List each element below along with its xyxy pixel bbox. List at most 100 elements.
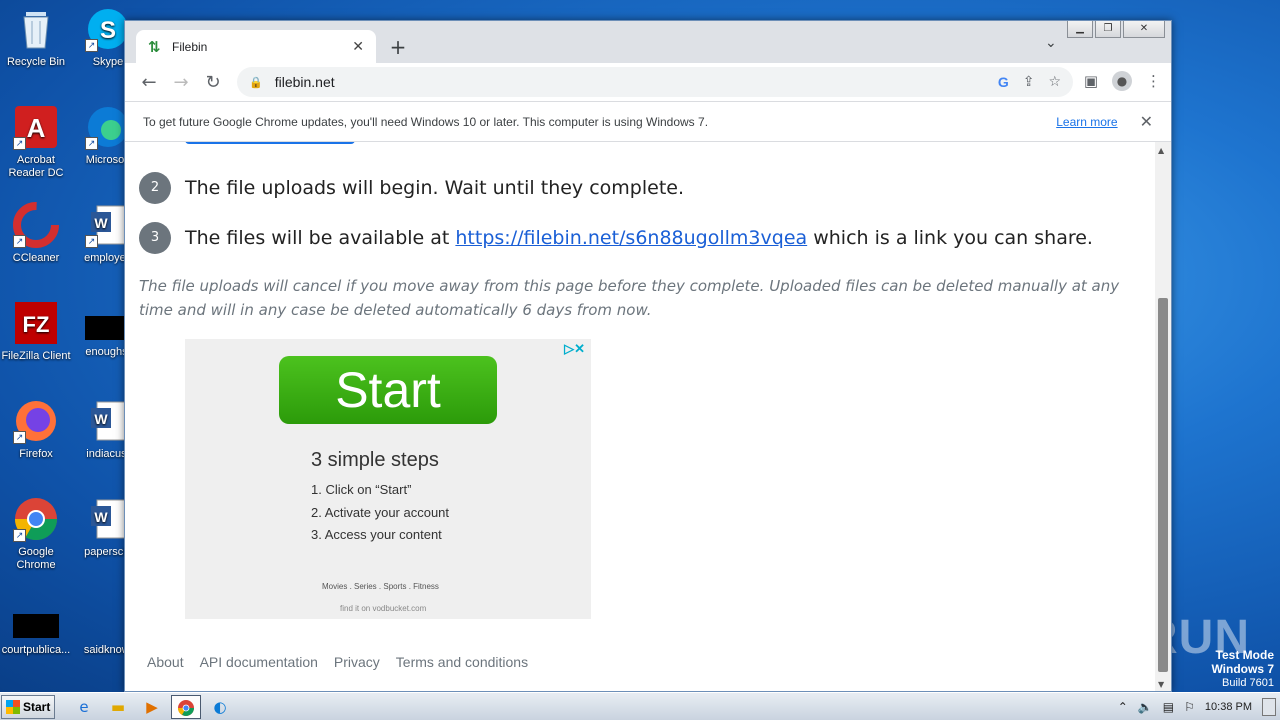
chrome-icon[interactable] — [171, 694, 201, 719]
ad-step-item: 1. Click on “Start” — [311, 482, 412, 497]
windows-logo-icon — [6, 699, 20, 714]
start-button[interactable]: Start — [1, 694, 55, 719]
reload-icon[interactable]: ↻ — [197, 72, 229, 93]
bin-link[interactable]: https://filebin.net/s6n88ugollm3vqea — [455, 227, 807, 249]
shortcut-arrow-icon: ↗ — [85, 39, 98, 52]
acrobat-icon: A ↗ — [13, 104, 59, 150]
volume-icon[interactable]: 🔈 — [1138, 700, 1153, 714]
tray-expand-icon[interactable]: ⌃ — [1118, 700, 1128, 714]
tab-close-icon[interactable]: ✕ — [352, 39, 364, 55]
share-icon[interactable]: ⇪ — [1023, 74, 1035, 90]
infobar-close-icon[interactable]: ✕ — [1140, 112, 1153, 132]
action-center-flag-icon[interactable]: ⚐ — [1184, 700, 1195, 714]
step-number: 3 — [139, 222, 171, 254]
side-panel-icon[interactable]: ▣ — [1084, 72, 1098, 90]
step-2: 2 The file uploads will begin. Wait unti… — [139, 172, 684, 204]
tab-title: Filebin — [172, 39, 208, 54]
start-label: Start — [23, 699, 51, 714]
tab-search-chevron-icon[interactable]: ⌄ — [1045, 35, 1057, 51]
desktop-icon-label: Skype — [92, 56, 124, 68]
url-text[interactable]: filebin.net — [275, 74, 998, 90]
ccleaner-icon: ↗ — [13, 202, 59, 248]
internet-explorer-icon[interactable]: e — [69, 695, 99, 719]
ad-footer: find it on vodbucket.com — [340, 604, 427, 613]
new-tab-button[interactable]: + — [387, 35, 409, 59]
tab-filebin[interactable]: ⇅ Filebin ✕ — [136, 30, 376, 63]
ad-step-item: 3. Access your content — [311, 527, 442, 542]
test-mode-build: Build 7601 — [1222, 677, 1274, 689]
network-icon[interactable]: ▤ — [1163, 700, 1174, 714]
edge-icon[interactable]: ◐ — [205, 695, 235, 719]
upload-button-partial[interactable] — [185, 142, 355, 144]
footer-nav: About API documentation Privacy Terms an… — [147, 654, 528, 670]
document-icon — [13, 614, 59, 638]
svg-text:FZ: FZ — [23, 312, 50, 337]
footer-link-about[interactable]: About — [147, 654, 184, 670]
window-close-button[interactable]: ✕ — [1123, 21, 1165, 38]
ad-heading: 3 simple steps — [311, 449, 439, 471]
step-text-after: which is a link you can share. — [807, 227, 1093, 249]
media-player-icon[interactable]: ▶ — [137, 695, 167, 719]
step-text-before: The files will be available at — [185, 227, 456, 249]
filebin-icon: ⇅ — [148, 37, 161, 56]
update-infobar: To get future Google Chrome updates, you… — [125, 101, 1171, 142]
maximize-button[interactable]: ❐ — [1095, 21, 1121, 38]
desktop-icon-acrobat[interactable]: A ↗ Acrobat Reader DC — [0, 104, 72, 180]
desktop-icon-filezilla[interactable]: FZ FileZilla Client — [0, 300, 72, 363]
desktop-icon-chrome[interactable]: ↗ Google Chrome — [0, 496, 72, 572]
chrome-icon: ↗ — [13, 496, 59, 542]
shortcut-arrow-icon: ↗ — [13, 431, 26, 444]
system-tray: ⌃ 🔈 ▤ ⚐ 10:38 PM — [1118, 693, 1280, 720]
cancel-note: The file uploads will cancel if you move… — [139, 277, 1120, 319]
back-arrow-icon[interactable]: ← — [133, 72, 165, 93]
test-mode-notice: Test Mode Windows 7 Build 7601 — [1211, 648, 1274, 690]
svg-text:W: W — [94, 509, 108, 525]
footer-link-privacy[interactable]: Privacy — [334, 654, 380, 670]
test-mode-line1: Test Mode — [1215, 648, 1274, 662]
page-scrollbar[interactable]: ▲ ▼ — [1155, 142, 1171, 691]
desktop-icon-label: Google Chrome — [16, 546, 56, 571]
tab-strip: ⇅ Filebin ✕ + ⌄ ▁ ❐ ✕ — [125, 21, 1171, 63]
desktop-icon-courtpublica[interactable]: courtpublica... — [0, 614, 72, 657]
desktop-icon-recycle-bin[interactable]: Recycle Bin — [0, 6, 72, 69]
lock-icon: 🔒 — [249, 75, 263, 89]
step-text: The file uploads will begin. Wait until … — [185, 177, 684, 199]
forward-arrow-icon[interactable]: → — [165, 72, 197, 93]
scroll-thumb[interactable] — [1158, 298, 1168, 672]
infobar-message: To get future Google Chrome updates, you… — [143, 114, 709, 129]
minimize-button[interactable]: ▁ — [1067, 21, 1093, 38]
recycle-bin-icon — [13, 6, 59, 52]
step-number: 2 — [139, 172, 171, 204]
profile-avatar-icon[interactable]: ● — [1112, 71, 1132, 91]
scroll-down-arrow-icon[interactable]: ▼ — [1158, 680, 1164, 689]
menu-kebab-icon[interactable]: ⋮ — [1146, 72, 1161, 90]
desktop-icon-ccleaner[interactable]: ↗ CCleaner — [0, 202, 72, 265]
google-lens-icon[interactable]: G — [998, 74, 1009, 90]
shortcut-arrow-icon: ↗ — [85, 137, 98, 150]
shortcut-arrow-icon: ↗ — [13, 235, 26, 248]
footer-link-terms[interactable]: Terms and conditions — [396, 654, 528, 670]
desktop-icon-label: CCleaner — [12, 252, 60, 264]
advertisement[interactable]: ▷✕ Start 3 simple steps 1. Click on “Sta… — [185, 339, 591, 619]
scroll-up-arrow-icon[interactable]: ▲ — [1158, 146, 1164, 155]
address-bar[interactable]: 🔒 filebin.net G ⇪ ☆ — [237, 67, 1073, 97]
ad-choices-icon[interactable]: ▷✕ — [564, 341, 585, 357]
svg-text:W: W — [94, 411, 108, 427]
desktop-icon-firefox[interactable]: ↗ Firefox — [0, 398, 72, 461]
shortcut-arrow-icon: ↗ — [13, 529, 26, 542]
show-desktop-button[interactable] — [1262, 698, 1276, 716]
bookmark-star-icon[interactable]: ☆ — [1048, 74, 1061, 90]
ad-start-button[interactable]: Start — [279, 356, 497, 424]
learn-more-link[interactable]: Learn more — [1056, 115, 1117, 129]
explorer-folder-icon[interactable]: ▬ — [103, 695, 133, 719]
svg-text:S: S — [100, 17, 116, 44]
svg-text:W: W — [94, 215, 108, 231]
footer-link-api-docs[interactable]: API documentation — [200, 654, 318, 670]
shortcut-arrow-icon: ↗ — [85, 235, 98, 248]
clock[interactable]: 10:38 PM — [1205, 701, 1252, 713]
desktop-icon-label: Acrobat Reader DC — [8, 154, 64, 179]
taskbar: Start e ▬ ▶ ◐ ⌃ 🔈 ▤ ⚐ 10:38 PM — [0, 692, 1280, 720]
window-controls: ▁ ❐ ✕ — [1067, 21, 1165, 38]
firefox-icon: ↗ — [13, 398, 59, 444]
shortcut-arrow-icon: ↗ — [13, 137, 26, 150]
